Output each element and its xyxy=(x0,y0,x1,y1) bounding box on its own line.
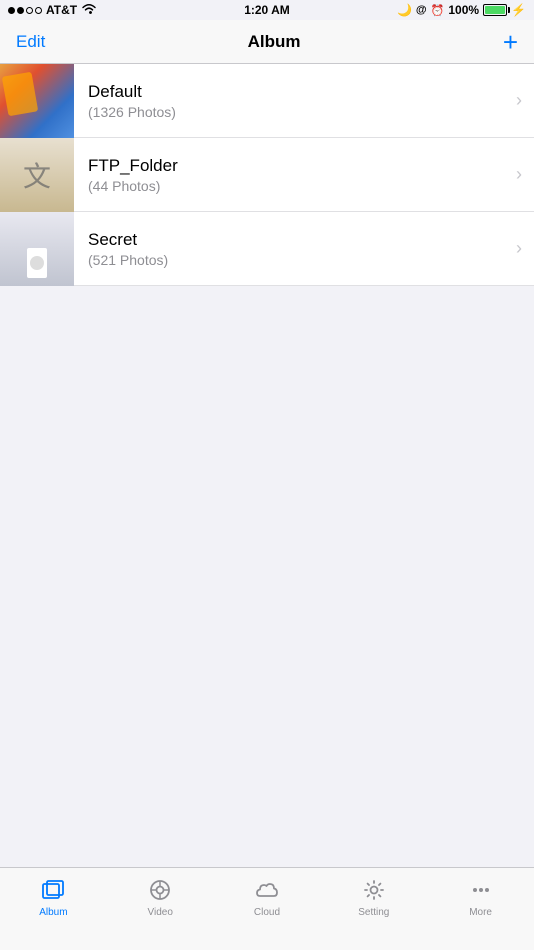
chevron-icon-default: › xyxy=(516,90,522,111)
signal-dot-3 xyxy=(26,7,33,14)
more-tab-icon xyxy=(467,876,495,904)
album-item-secret[interactable]: Secret (521 Photos) › xyxy=(0,212,534,286)
tab-setting[interactable]: Setting xyxy=(320,876,427,918)
album-thumbnail-secret xyxy=(0,212,74,286)
album-item-default[interactable]: Default (1326 Photos) › xyxy=(0,64,534,138)
album-count-default: (1326 Photos) xyxy=(88,104,516,120)
tab-video[interactable]: Video xyxy=(107,876,214,918)
location-icon: @ xyxy=(416,4,427,16)
status-bar: AT&T 1:20 AM 🌙 @ ⏰ 100% ⚡ xyxy=(0,0,534,20)
edit-button[interactable]: Edit xyxy=(16,32,45,52)
signal-dot-2 xyxy=(17,7,24,14)
tab-album-label: Album xyxy=(39,907,67,918)
battery-fill xyxy=(485,6,505,14)
album-tab-icon xyxy=(39,876,67,904)
album-thumbnail-ftp xyxy=(0,138,74,212)
thumb-secret-image xyxy=(0,212,74,286)
battery-percent: 100% xyxy=(448,3,479,17)
album-info-secret: Secret (521 Photos) xyxy=(74,230,516,268)
charging-icon: ⚡ xyxy=(511,3,526,17)
status-time: 1:20 AM xyxy=(244,3,290,17)
thumb-ftp-image xyxy=(0,138,74,212)
status-left: AT&T xyxy=(8,3,97,18)
album-name-default: Default xyxy=(88,82,516,102)
album-name-ftp: FTP_Folder xyxy=(88,156,516,176)
album-thumbnail-default xyxy=(0,64,74,138)
album-item-ftp[interactable]: FTP_Folder (44 Photos) › xyxy=(0,138,534,212)
nav-title: Album xyxy=(248,32,301,52)
chevron-icon-secret: › xyxy=(516,238,522,259)
signal-dot-4 xyxy=(35,7,42,14)
tab-video-label: Video xyxy=(147,907,172,918)
thumb-default-image xyxy=(0,64,74,138)
signal-dot-1 xyxy=(8,7,15,14)
album-count-secret: (521 Photos) xyxy=(88,252,516,268)
tab-more-label: More xyxy=(469,907,492,918)
carrier-label: AT&T xyxy=(46,3,77,17)
status-right: 🌙 @ ⏰ 100% ⚡ xyxy=(397,3,526,17)
signal-strength xyxy=(8,7,42,14)
battery-icon xyxy=(483,4,507,16)
moon-icon: 🌙 xyxy=(397,3,412,17)
cloud-tab-icon xyxy=(253,876,281,904)
wifi-icon xyxy=(81,3,97,18)
chevron-icon-ftp: › xyxy=(516,164,522,185)
tab-setting-label: Setting xyxy=(358,907,389,918)
album-list: Default (1326 Photos) › FTP_Folder (44 P… xyxy=(0,64,534,286)
album-info-ftp: FTP_Folder (44 Photos) xyxy=(74,156,516,194)
battery-indicator xyxy=(483,4,507,16)
tab-cloud[interactable]: Cloud xyxy=(214,876,321,918)
album-name-secret: Secret xyxy=(88,230,516,250)
tab-album[interactable]: Album xyxy=(0,876,107,918)
video-tab-icon xyxy=(146,876,174,904)
setting-tab-icon xyxy=(360,876,388,904)
tab-more[interactable]: More xyxy=(427,876,534,918)
album-info-default: Default (1326 Photos) xyxy=(74,82,516,120)
album-count-ftp: (44 Photos) xyxy=(88,178,516,194)
add-album-button[interactable]: + xyxy=(503,29,518,55)
navigation-bar: Edit Album + xyxy=(0,20,534,64)
tab-bar: Album Video Cloud xyxy=(0,867,534,950)
tab-cloud-label: Cloud xyxy=(254,907,280,918)
alarm-icon: ⏰ xyxy=(431,4,445,17)
